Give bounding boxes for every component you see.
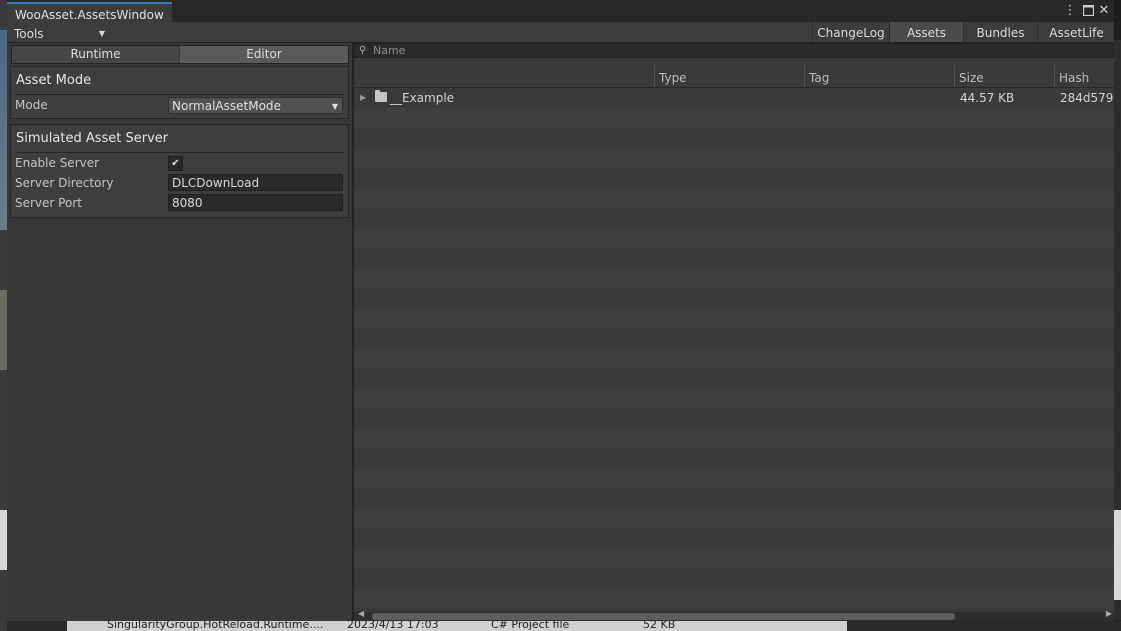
row-stripe bbox=[354, 228, 1114, 248]
tools-label: Tools bbox=[14, 27, 44, 41]
mode-value: NormalAssetMode bbox=[172, 99, 281, 113]
background-file-type: C# Project file bbox=[491, 621, 570, 631]
check-icon: ✔ bbox=[171, 158, 180, 169]
close-icon[interactable]: ✕ bbox=[1097, 3, 1111, 19]
background-app-right bbox=[1114, 40, 1121, 620]
search-icon: ⚲ bbox=[359, 45, 367, 56]
background-file-list: SingularityGroup.HotReload.Runtime.... 2… bbox=[7, 621, 1121, 631]
server-header: Simulated Asset Server bbox=[16, 131, 169, 146]
chevron-down-icon: ▼ bbox=[331, 102, 338, 111]
tab-editor[interactable]: Editor bbox=[180, 46, 348, 63]
scroll-right-icon[interactable]: ▶ bbox=[1106, 609, 1112, 618]
enable-server-label: Enable Server bbox=[15, 156, 100, 170]
row-stripe bbox=[354, 528, 1114, 548]
background-app-left bbox=[0, 0, 7, 631]
more-vert-icon[interactable]: ⋮ bbox=[1063, 3, 1077, 19]
row-stripe bbox=[354, 208, 1114, 228]
title-bar: WooAsset.AssetsWindow ⋮ ✕ bbox=[7, 0, 1114, 22]
row-stripe bbox=[354, 568, 1114, 588]
mode-tab-bar: Runtime Editor bbox=[11, 45, 349, 64]
row-stripe bbox=[354, 368, 1114, 388]
scrollbar-thumb[interactable] bbox=[372, 613, 955, 620]
search-input[interactable]: ⚲ Name bbox=[354, 43, 1114, 58]
tab-assetlife[interactable]: AssetLife bbox=[1037, 22, 1115, 42]
tab-bundles[interactable]: Bundles bbox=[963, 22, 1037, 42]
server-port-field[interactable]: 8080 bbox=[168, 194, 343, 211]
enable-server-checkbox[interactable]: ✔ bbox=[168, 156, 183, 171]
column-type[interactable]: Type bbox=[654, 65, 804, 87]
row-stripe bbox=[354, 428, 1114, 448]
search-placeholder: Name bbox=[373, 44, 406, 57]
row-stripe bbox=[354, 388, 1114, 408]
tab-runtime[interactable]: Runtime bbox=[12, 46, 179, 63]
background-file-size: 52 KB bbox=[643, 621, 676, 631]
row-stripe bbox=[354, 348, 1114, 368]
table-row[interactable]: ▶ __Example 44.57 KB 284d579a bbox=[354, 88, 1114, 108]
row-stripe bbox=[354, 468, 1114, 488]
background-file-date: 2023/4/13 17:03 bbox=[347, 621, 439, 631]
tab-changelog[interactable]: ChangeLog bbox=[812, 22, 889, 42]
mode-label: Mode bbox=[15, 98, 48, 112]
background-scene-ground bbox=[0, 290, 7, 370]
asset-mode-header: Asset Mode bbox=[16, 73, 92, 88]
folder-icon bbox=[375, 90, 387, 102]
horizontal-scrollbar[interactable]: ◀ ▶ bbox=[354, 609, 1114, 621]
maximize-icon[interactable] bbox=[1081, 3, 1095, 19]
divider bbox=[15, 94, 344, 95]
server-port-label: Server Port bbox=[15, 196, 82, 210]
row-stripe bbox=[354, 508, 1114, 528]
column-hash[interactable]: Hash bbox=[1054, 65, 1115, 87]
scroll-left-icon[interactable]: ◀ bbox=[358, 609, 364, 618]
row-stripe bbox=[354, 288, 1114, 308]
server-directory-label: Server Directory bbox=[15, 176, 114, 190]
chevron-down-icon: ▼ bbox=[98, 29, 105, 38]
background-panel bbox=[0, 510, 7, 570]
row-stripe bbox=[354, 248, 1114, 268]
row-stripe bbox=[354, 168, 1114, 188]
background-file-name: SingularityGroup.HotReload.Runtime.... bbox=[107, 621, 324, 631]
row-stripe bbox=[354, 448, 1114, 468]
server-directory-field[interactable]: DLCDownLoad bbox=[168, 174, 343, 191]
row-stripe bbox=[354, 188, 1114, 208]
row-stripe bbox=[354, 308, 1114, 328]
window-tab[interactable]: WooAsset.AssetsWindow bbox=[7, 2, 172, 22]
left-panel: Runtime Editor Asset Mode Mode NormalAss… bbox=[7, 43, 352, 621]
background-scene-sky bbox=[0, 30, 7, 230]
row-stripe bbox=[354, 268, 1114, 288]
row-stripes bbox=[354, 88, 1114, 613]
simulated-server-group: Simulated Asset Server Enable Server ✔ S… bbox=[10, 124, 349, 218]
row-stripe bbox=[354, 408, 1114, 428]
mode-dropdown[interactable]: NormalAssetMode ▼ bbox=[168, 97, 343, 114]
row-stripe bbox=[354, 148, 1114, 168]
divider bbox=[15, 152, 344, 153]
row-stripe bbox=[354, 328, 1114, 348]
item-name: __Example bbox=[390, 91, 455, 105]
tab-assets[interactable]: Assets bbox=[889, 22, 963, 42]
toolbar: Tools ▼ ChangeLog Assets Bundles AssetLi… bbox=[7, 22, 1114, 43]
assets-tree-panel: ⚲ Name Type Tag Size Hash ▶ __Example 44… bbox=[354, 43, 1114, 621]
tools-dropdown[interactable]: Tools ▼ bbox=[9, 24, 109, 42]
row-stripe bbox=[354, 548, 1114, 568]
row-stripe bbox=[354, 108, 1114, 128]
column-tag[interactable]: Tag bbox=[804, 65, 954, 87]
assets-window: WooAsset.AssetsWindow ⋮ ✕ Tools ▼ Change… bbox=[7, 0, 1114, 621]
expand-arrow-icon[interactable]: ▶ bbox=[360, 88, 366, 108]
row-stripe bbox=[354, 128, 1114, 148]
row-stripe bbox=[354, 588, 1114, 608]
row-stripe bbox=[354, 488, 1114, 508]
background-panel bbox=[1114, 510, 1121, 600]
item-size: 44.57 KB bbox=[960, 91, 1015, 105]
column-header: Type Tag Size Hash bbox=[354, 65, 1114, 88]
item-hash: 284d579a bbox=[1060, 91, 1114, 105]
column-size[interactable]: Size bbox=[954, 65, 1054, 87]
asset-mode-group: Asset Mode Mode NormalAssetMode ▼ bbox=[10, 66, 349, 119]
